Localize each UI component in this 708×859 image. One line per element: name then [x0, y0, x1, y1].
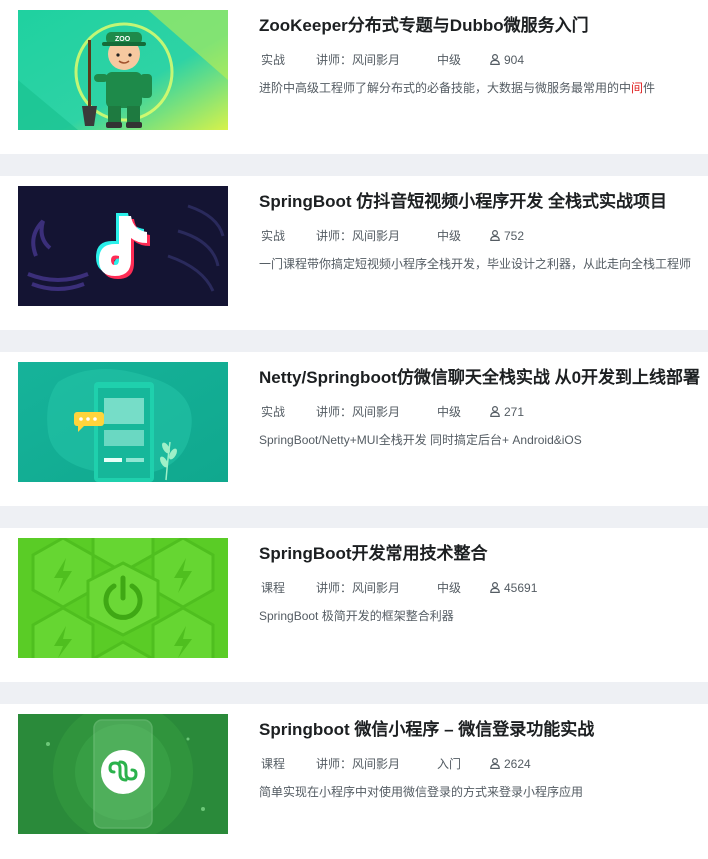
course-title[interactable]: ZooKeeper分布式专题与Dubbo微服务入门	[259, 14, 589, 38]
teacher-name: 风间影月	[352, 757, 401, 771]
students-count: 904	[504, 53, 525, 67]
course-description: 进阶中高级工程师了解分布式的必备技能，大数据与微服务最常用的中间件	[259, 80, 655, 96]
course-description: 一门课程带你搞定短视频小程序全栈开发，毕业设计之利器，从此走向全栈工程师	[259, 257, 692, 271]
teacher-label: 讲师：	[316, 53, 353, 67]
course-type: 实战	[261, 405, 286, 419]
course-level: 入门	[437, 757, 462, 771]
course-teacher: 讲师：风间影月	[316, 228, 400, 244]
course-level: 中级	[437, 405, 462, 419]
course-students: 2624	[490, 756, 531, 772]
course-thumbnail[interactable]	[18, 714, 228, 834]
teacher-label: 讲师：	[316, 229, 353, 243]
zookeeper-character-icon: ZOO	[18, 10, 228, 130]
teacher-label: 讲师：	[316, 581, 353, 595]
power-hexagon-icon	[18, 538, 228, 658]
user-icon	[490, 230, 500, 241]
course-teacher: 讲师：风间影月	[316, 756, 400, 772]
description-highlight: 间	[631, 81, 644, 95]
user-icon	[490, 758, 500, 769]
students-count: 2624	[504, 757, 531, 771]
course-description: SpringBoot/Netty+MUI全栈开发 同时搞定后台+ Android…	[259, 433, 582, 447]
course-type: 课程	[261, 757, 286, 771]
teacher-label: 讲师：	[316, 405, 353, 419]
course-type: 课程	[261, 581, 286, 595]
course-card[interactable]: Springboot 微信小程序 – 微信登录功能实战 课程 讲师：风间影月 入…	[0, 704, 708, 859]
chat-phone-icon	[18, 362, 228, 482]
teacher-name: 风间影月	[352, 53, 401, 67]
teacher-name: 风间影月	[352, 405, 401, 419]
course-students: 904	[490, 52, 524, 68]
cap-text: ZOO	[115, 36, 131, 43]
course-thumbnail[interactable]	[18, 538, 228, 658]
user-icon	[490, 582, 500, 593]
course-title[interactable]: Springboot 微信小程序 – 微信登录功能实战	[259, 718, 594, 742]
course-students: 45691	[490, 580, 537, 596]
course-description: 简单实现在小程序中对使用微信登录的方式来登录小程序应用	[259, 785, 584, 799]
course-level: 中级	[437, 53, 462, 67]
teacher-name: 风间影月	[352, 229, 401, 243]
course-type: 实战	[261, 229, 286, 243]
students-count: 271	[504, 405, 525, 419]
course-level: 中级	[437, 581, 462, 595]
course-teacher: 讲师：风间影月	[316, 404, 400, 420]
course-students: 271	[490, 404, 524, 420]
user-icon	[490, 54, 500, 65]
tiktok-logo-icon	[18, 186, 228, 306]
course-thumbnail[interactable]: ZOO	[18, 10, 228, 130]
students-count: 45691	[504, 581, 538, 595]
course-title[interactable]: Netty/Springboot仿微信聊天全栈实战 从0开发到上线部署	[259, 366, 700, 390]
user-icon	[490, 406, 500, 417]
course-description: SpringBoot 极简开发的框架整合利器	[259, 609, 454, 623]
course-title[interactable]: SpringBoot开发常用技术整合	[259, 542, 488, 566]
students-count: 752	[504, 229, 525, 243]
course-card[interactable]: ZOO ZooKeeper分布式专题与Dubbo微服务入门 实战 讲师：风间影月…	[0, 0, 708, 154]
course-thumbnail[interactable]	[18, 186, 228, 306]
teacher-name: 风间影月	[352, 581, 401, 595]
description-text-end: 件	[643, 81, 656, 95]
teacher-label: 讲师：	[316, 757, 353, 771]
description-text: 进阶中高级工程师了解分布式的必备技能，大数据与微服务最常用的中	[259, 81, 632, 95]
course-level: 中级	[437, 229, 462, 243]
course-list: ZOO ZooKeeper分布式专题与Dubbo微服务入门 实战 讲师：风间影月…	[0, 0, 708, 859]
course-teacher: 讲师：风间影月	[316, 580, 400, 596]
course-students: 752	[490, 228, 524, 244]
course-type: 实战	[261, 53, 286, 67]
course-card[interactable]: SpringBoot开发常用技术整合 课程 讲师：风间影月 中级 45691 S…	[0, 528, 708, 682]
course-card[interactable]: Netty/Springboot仿微信聊天全栈实战 从0开发到上线部署 实战 讲…	[0, 352, 708, 506]
course-title[interactable]: SpringBoot 仿抖音短视频小程序开发 全栈式实战项目	[259, 190, 667, 214]
course-teacher: 讲师：风间影月	[316, 52, 400, 68]
course-thumbnail[interactable]	[18, 362, 228, 482]
course-card[interactable]: SpringBoot 仿抖音短视频小程序开发 全栈式实战项目 实战 讲师：风间影…	[0, 176, 708, 330]
mini-program-icon	[18, 714, 228, 834]
